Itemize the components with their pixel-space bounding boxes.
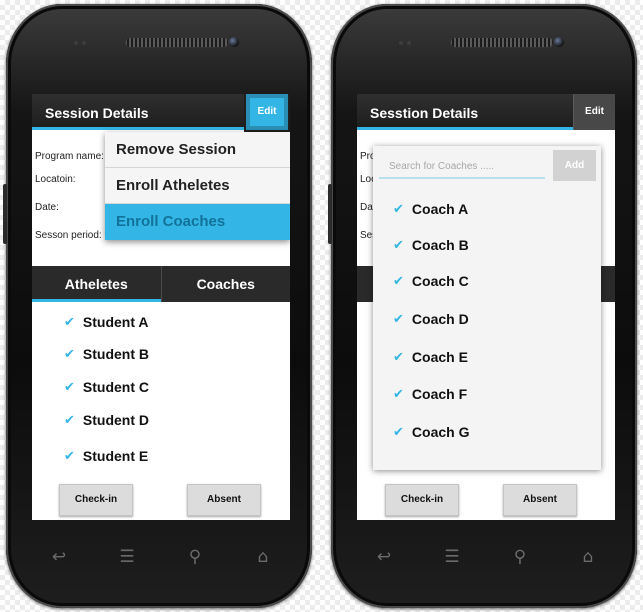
- session-period-label: Sesson period:: [35, 230, 102, 241]
- absent-button[interactable]: Absent: [187, 484, 261, 516]
- checkmark-icon: ✔: [64, 314, 75, 330]
- tab-bar: Atheletes Coaches: [32, 266, 290, 302]
- home-icon[interactable]: ⌂: [250, 547, 276, 567]
- checkmark-icon: ✔: [393, 349, 404, 365]
- student-name: Student E: [82, 448, 149, 464]
- checkmark-icon: ✔: [393, 311, 404, 327]
- nav-keys: ↩ ☰ ⚲ ⌂: [46, 544, 276, 570]
- edit-button[interactable]: Edit: [573, 94, 615, 130]
- coach-item[interactable]: ✔ Coach C: [393, 273, 469, 289]
- overflow-menu: Remove Session Enroll Atheletes Enroll C…: [105, 132, 290, 240]
- side-volume-key: [328, 184, 332, 244]
- student-name: Student B: [82, 346, 150, 362]
- student-item[interactable]: ✔ Student E: [64, 448, 148, 464]
- student-name: Student A: [82, 314, 149, 330]
- coach-item[interactable]: ✔ Coach B: [393, 237, 469, 253]
- student-item[interactable]: ✔ Student D: [64, 412, 149, 428]
- light-sensor: [407, 41, 411, 45]
- back-icon[interactable]: ↩: [46, 547, 72, 567]
- home-icon[interactable]: ⌂: [575, 547, 601, 567]
- front-camera: [229, 37, 239, 47]
- checkmark-icon: ✔: [64, 379, 75, 395]
- action-bar: Sesstion Details Edit: [357, 94, 615, 130]
- phone-left: Session Details Edit Program name: Locat…: [3, 4, 312, 608]
- coach-name: Coach A: [411, 201, 469, 217]
- screen-right: Sesstion Details Edit Pro Loc Dat Ses Se…: [357, 94, 615, 520]
- student-item[interactable]: ✔ Student C: [64, 379, 149, 395]
- absent-button[interactable]: Absent: [503, 484, 577, 516]
- checkmark-icon: ✔: [393, 273, 404, 289]
- menu-icon[interactable]: ☰: [114, 547, 140, 567]
- coach-item[interactable]: ✔ Coach E: [393, 349, 468, 365]
- side-volume-key: [3, 184, 7, 244]
- light-sensor: [82, 41, 86, 45]
- checkmark-icon: ✔: [393, 237, 404, 253]
- checkmark-icon: ✔: [393, 424, 404, 440]
- student-name: Student D: [82, 412, 150, 428]
- coach-item[interactable]: ✔ Coach G: [393, 424, 469, 440]
- menu-item-remove-session[interactable]: Remove Session: [105, 132, 290, 168]
- search-input[interactable]: Search for Coaches .....: [379, 155, 545, 179]
- menu-item-enroll-coaches[interactable]: Enroll Coaches: [105, 204, 290, 240]
- page-title: Session Details: [45, 105, 149, 121]
- program-name-label: Program name:: [35, 151, 104, 162]
- checkmark-icon: ✔: [393, 201, 404, 217]
- tab-coaches[interactable]: Coaches: [160, 266, 291, 302]
- coach-name: Coach D: [411, 311, 469, 327]
- page-title: Sesstion Details: [370, 105, 479, 121]
- coach-name: Coach C: [411, 273, 469, 289]
- checkmark-icon: ✔: [64, 448, 75, 464]
- search-icon[interactable]: ⚲: [182, 547, 208, 567]
- proximity-sensor: [74, 41, 78, 45]
- student-name: Student C: [82, 379, 150, 395]
- action-bar: Session Details Edit: [32, 94, 290, 130]
- front-camera: [554, 37, 564, 47]
- coach-name: Coach E: [411, 349, 468, 365]
- menu-icon[interactable]: ☰: [439, 547, 465, 567]
- check-in-button[interactable]: Check-in: [385, 484, 459, 516]
- coach-name: Coach B: [411, 237, 469, 253]
- edit-button[interactable]: Edit: [246, 94, 288, 130]
- check-in-button[interactable]: Check-in: [59, 484, 133, 516]
- nav-keys: ↩ ☰ ⚲ ⌂: [371, 544, 601, 570]
- search-icon[interactable]: ⚲: [507, 547, 533, 567]
- phone-right: Sesstion Details Edit Pro Loc Dat Ses Se…: [328, 4, 637, 608]
- tab-atheletes[interactable]: Atheletes: [32, 266, 161, 302]
- coach-name: Coach G: [411, 424, 470, 440]
- date-label: Date:: [35, 202, 59, 213]
- back-icon[interactable]: ↩: [371, 547, 397, 567]
- coach-item[interactable]: ✔ Coach D: [393, 311, 469, 327]
- coach-item[interactable]: ✔ Coach A: [393, 201, 468, 217]
- add-button[interactable]: Add: [553, 150, 596, 181]
- checkmark-icon: ✔: [393, 386, 404, 402]
- student-item[interactable]: ✔ Student A: [64, 314, 149, 330]
- student-item[interactable]: ✔ Student B: [64, 346, 149, 362]
- screen-left: Session Details Edit Program name: Locat…: [32, 94, 290, 520]
- checkmark-icon: ✔: [64, 346, 75, 362]
- coach-name: Coach F: [411, 386, 468, 402]
- coach-picker-dialog: Search for Coaches ..... Add ✔ Coach A ✔…: [373, 146, 601, 470]
- menu-item-enroll-atheletes[interactable]: Enroll Atheletes: [105, 168, 290, 204]
- proximity-sensor: [399, 41, 403, 45]
- location-label: Locatoin:: [35, 174, 76, 185]
- coach-item[interactable]: ✔ Coach F: [393, 386, 467, 402]
- earpiece-speaker: [125, 37, 229, 48]
- earpiece-speaker: [450, 37, 554, 48]
- checkmark-icon: ✔: [64, 412, 75, 428]
